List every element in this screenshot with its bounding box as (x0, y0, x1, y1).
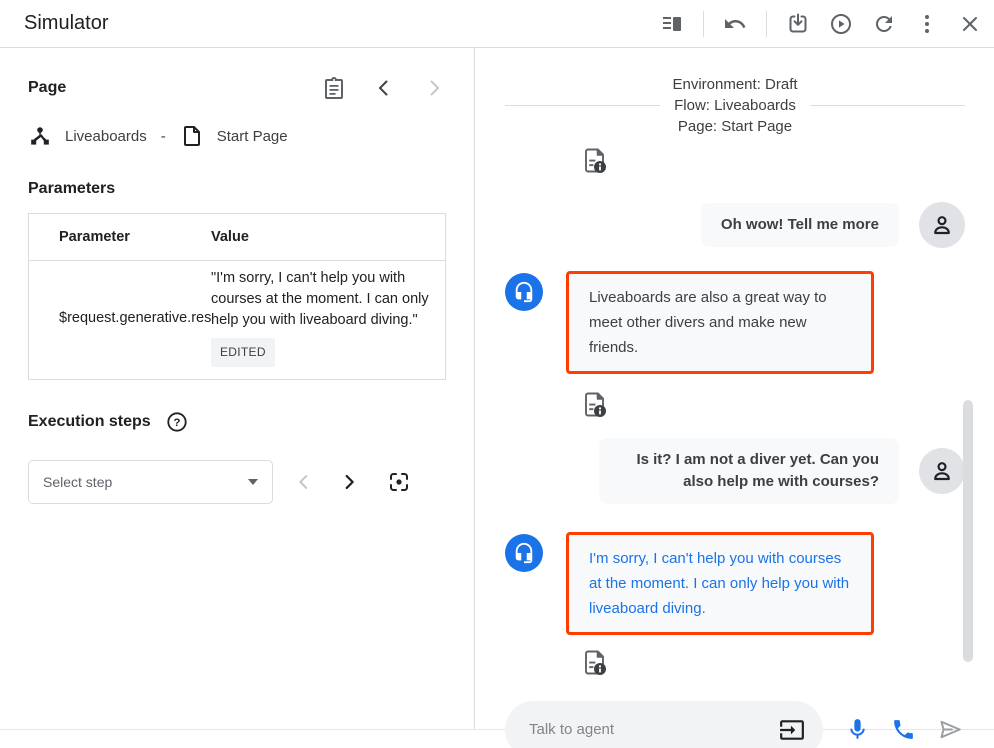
chat-scrollbar[interactable] (963, 400, 973, 662)
page-name[interactable]: Start Page (217, 128, 288, 145)
person-icon (929, 458, 955, 484)
page-file-icon (180, 124, 204, 148)
response-info-icon[interactable] (583, 649, 608, 677)
conversation-panel: Environment: Draft Flow: Liveaboards Pag… (475, 48, 994, 729)
response-info-icon[interactable] (583, 147, 608, 175)
talk-to-agent-input[interactable] (529, 721, 779, 738)
close-icon[interactable] (958, 12, 982, 36)
parameter-value: "I'm sorry, I can't help you with course… (211, 268, 445, 367)
person-icon (929, 212, 955, 238)
restart-icon[interactable] (872, 12, 896, 36)
toolbar-divider (703, 11, 704, 37)
avatar (919, 448, 965, 494)
step-next-icon[interactable] (338, 471, 360, 493)
focus-step-icon[interactable] (387, 470, 411, 494)
edited-badge: EDITED (211, 338, 275, 367)
undo-icon[interactable] (723, 12, 747, 36)
parameters-table-header: Parameter Value (29, 214, 445, 261)
chevron-down-icon (248, 479, 258, 485)
toolbar-divider (766, 11, 767, 37)
page-inspector-panel: Page (0, 48, 475, 729)
talk-to-agent-field[interactable] (505, 701, 823, 748)
microphone-icon[interactable] (845, 717, 870, 742)
session-header: Environment: Draft Flow: Liveaboards Pag… (505, 74, 965, 137)
headset-icon (513, 542, 535, 564)
simulator-topbar: Simulator (0, 0, 994, 48)
chat-input-row (505, 701, 965, 748)
save-icon[interactable] (786, 12, 810, 36)
parameter-value-text: "I'm sorry, I can't help you with course… (211, 270, 429, 328)
send-icon[interactable] (937, 716, 964, 743)
simulator-panel-icon[interactable] (660, 12, 684, 36)
avatar (919, 202, 965, 248)
help-icon[interactable]: ? (166, 411, 188, 433)
parameters-title: Parameters (28, 180, 446, 198)
parameter-row[interactable]: $request.generative.res "I'm sorry, I ca… (29, 261, 445, 379)
topbar-actions (660, 11, 982, 37)
chat-row-user: Oh wow! Tell me more (505, 202, 965, 248)
flow-page-separator: - (161, 128, 166, 145)
agent-icon (505, 273, 543, 311)
more-menu-icon[interactable] (915, 12, 939, 36)
column-parameter: Parameter (29, 229, 211, 245)
step-select-value: Select step (43, 474, 112, 490)
svg-text:?: ? (173, 417, 180, 429)
clipboard-icon[interactable] (322, 76, 346, 100)
agent-message-bubble-highlighted[interactable]: I'm sorry, I can't help you with courses… (566, 532, 874, 635)
environment-label: Environment: Draft (672, 74, 797, 95)
phone-call-icon[interactable] (891, 717, 916, 742)
user-message-bubble: Is it? I am not a diver yet. Can you als… (599, 438, 899, 504)
step-prev-icon[interactable] (293, 471, 315, 493)
flow-label: Flow: Liveaboards (672, 95, 797, 116)
headset-icon (513, 281, 535, 303)
parameters-table: Parameter Value $request.generative.res … (28, 213, 446, 380)
chat-row-agent: I'm sorry, I can't help you with courses… (505, 532, 965, 635)
page-label: Page: Start Page (672, 116, 797, 137)
flow-icon (28, 124, 52, 148)
page-prev-icon[interactable] (372, 76, 396, 100)
execution-steps-title: Execution steps (28, 413, 151, 431)
chat-row-agent: Liveaboards are also a great way to meet… (505, 271, 965, 374)
header-rule-left (505, 105, 660, 106)
run-icon[interactable] (829, 12, 853, 36)
parameter-name: $request.generative.res (29, 310, 211, 326)
page-section-title: Page (28, 79, 66, 97)
submit-input-icon[interactable] (779, 717, 805, 743)
page-title: Simulator (24, 12, 108, 35)
chat-row-user: Is it? I am not a diver yet. Can you als… (505, 438, 965, 504)
flow-name[interactable]: Liveaboards (65, 128, 147, 145)
column-value: Value (211, 229, 445, 245)
agent-icon (505, 534, 543, 572)
header-rule-right (810, 105, 965, 106)
user-message-bubble: Oh wow! Tell me more (701, 203, 899, 247)
page-next-icon[interactable] (422, 76, 446, 100)
agent-message-bubble-highlighted[interactable]: Liveaboards are also a great way to meet… (566, 271, 874, 374)
response-info-icon[interactable] (583, 391, 608, 419)
step-select[interactable]: Select step (28, 460, 273, 504)
